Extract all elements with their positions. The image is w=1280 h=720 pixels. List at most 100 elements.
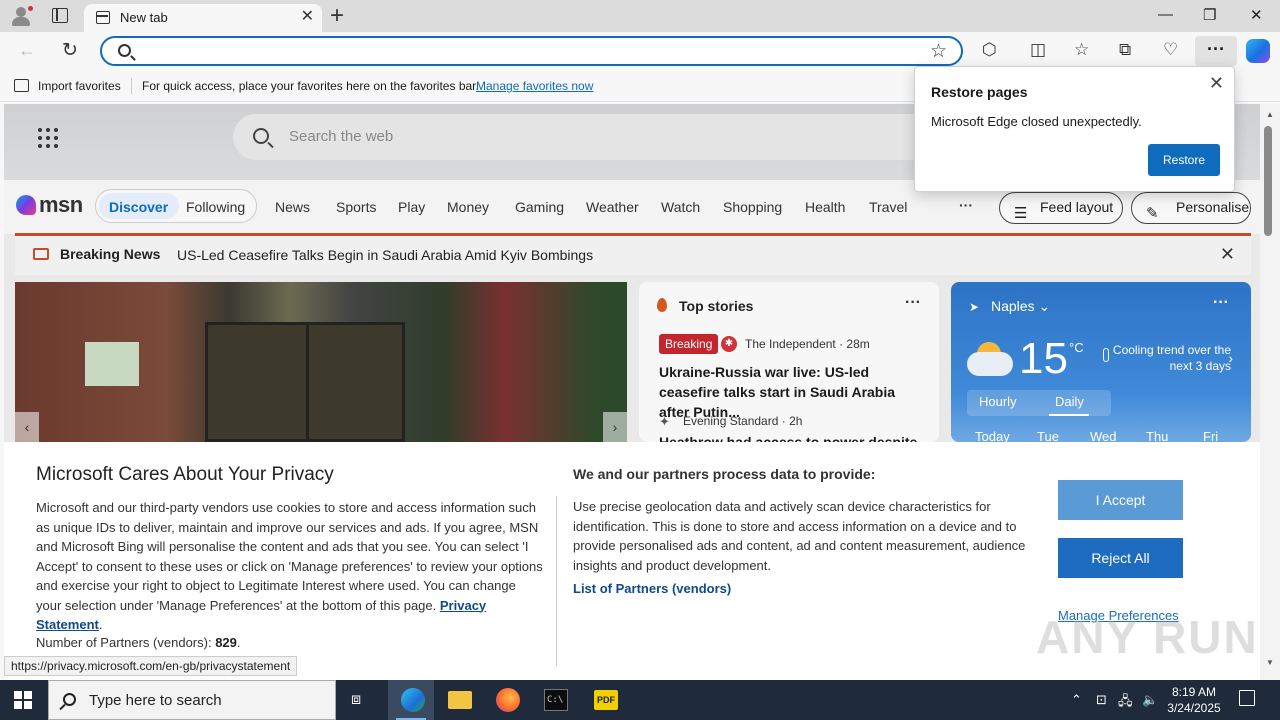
taskbar-firefox[interactable] bbox=[484, 680, 530, 720]
taskbar-edge[interactable] bbox=[388, 680, 434, 720]
chevron-right-icon[interactable]: › bbox=[1228, 350, 1233, 366]
close-window-button[interactable]: ✕ bbox=[1250, 6, 1263, 24]
tab-discover[interactable]: Discover bbox=[109, 199, 168, 215]
source-logo-icon: ✦ bbox=[659, 414, 670, 429]
edge-icon bbox=[401, 688, 425, 712]
browser-essentials-icon[interactable]: ♡ bbox=[1163, 40, 1178, 60]
nav-travel[interactable]: Travel bbox=[869, 199, 907, 215]
network-icon[interactable]: 🖧 bbox=[1118, 692, 1133, 714]
nav-weather[interactable]: Weather bbox=[586, 199, 639, 215]
web-search-input[interactable]: Search the web bbox=[233, 114, 973, 160]
breaking-news-bar[interactable]: Breaking News US-Led Ceasefire Talks Beg… bbox=[15, 233, 1251, 275]
scroll-thumb[interactable] bbox=[1264, 126, 1272, 236]
refresh-button[interactable]: ↻ bbox=[62, 39, 78, 62]
scroll-up-icon[interactable]: ▲ bbox=[1266, 110, 1274, 119]
manage-favorites-link[interactable]: Manage favorites now bbox=[476, 79, 593, 93]
feed-layout-button[interactable]: ☰ Feed layout bbox=[999, 192, 1123, 224]
scroll-down-icon[interactable]: ▼ bbox=[1266, 658, 1274, 667]
nav-watch[interactable]: Watch bbox=[661, 199, 700, 215]
clock-time: 8:19 AM bbox=[1171, 685, 1217, 699]
minimize-button[interactable]: — bbox=[1158, 6, 1173, 23]
story-headline[interactable]: Ukraine-Russia war live: US-led ceasefir… bbox=[659, 362, 929, 422]
nav-news[interactable]: News bbox=[275, 199, 310, 215]
collections-icon[interactable]: ⧉ bbox=[1119, 40, 1131, 60]
partners-count: Number of Partners (vendors): 829. bbox=[36, 635, 241, 650]
restore-pages-popup: Restore pages ✕ Microsoft Edge closed un… bbox=[914, 66, 1235, 192]
hero-story-image[interactable]: ‹ › bbox=[15, 282, 627, 442]
carousel-prev-button[interactable]: ‹ bbox=[15, 412, 39, 442]
nav-more-button[interactable]: ··· bbox=[959, 197, 973, 213]
msn-logo[interactable]: msn bbox=[16, 192, 83, 218]
task-view-icon[interactable]: ⧈ bbox=[351, 691, 361, 709]
split-screen-icon[interactable]: ◫ bbox=[1030, 40, 1046, 60]
back-button[interactable]: ← bbox=[18, 40, 36, 61]
nav-sports[interactable]: Sports bbox=[336, 199, 376, 215]
weather-card[interactable]: ➤ Naples ⌄ ··· 15 °C Cooling trend over … bbox=[951, 282, 1251, 442]
carousel-next-button[interactable]: › bbox=[603, 412, 627, 442]
tab-close-button[interactable]: ✕ bbox=[301, 8, 314, 26]
tab-following[interactable]: Following bbox=[186, 199, 245, 215]
feed-layout-label: Feed layout bbox=[1040, 199, 1114, 215]
restore-button[interactable]: Restore bbox=[1148, 144, 1220, 176]
import-favorites-icon bbox=[14, 79, 29, 92]
divider bbox=[131, 78, 132, 94]
anyrun-watermark: ANY RUN bbox=[1036, 611, 1259, 663]
new-tab-button[interactable]: + bbox=[330, 3, 344, 29]
taskbar-clock[interactable]: 8:19 AM 3/24/2025 bbox=[1164, 684, 1224, 716]
restore-popup-title: Restore pages bbox=[931, 84, 1028, 100]
chevron-up-icon[interactable]: ⌃ bbox=[1071, 692, 1082, 708]
windows-start-icon[interactable] bbox=[14, 691, 32, 709]
accept-button[interactable]: I Accept bbox=[1058, 480, 1183, 520]
copilot-icon[interactable] bbox=[1246, 39, 1270, 63]
top-stories-card: Top stories ··· Breaking ✱ The Independe… bbox=[639, 282, 939, 450]
nav-shopping[interactable]: Shopping bbox=[723, 199, 782, 215]
forecast-day: Thu bbox=[1146, 429, 1169, 442]
msn-logo-text: msn bbox=[39, 192, 83, 217]
weather-location[interactable]: Naples ⌄ bbox=[991, 298, 1050, 315]
meet-now-icon[interactable]: ⊡ bbox=[1096, 692, 1107, 708]
divider bbox=[556, 496, 557, 666]
volume-icon[interactable]: 🔈 bbox=[1142, 692, 1158, 708]
reject-all-button[interactable]: Reject All bbox=[1058, 538, 1183, 578]
profile-icon[interactable] bbox=[8, 4, 34, 28]
nav-gaming[interactable]: Gaming bbox=[515, 199, 564, 215]
terminal-icon: C:\ bbox=[544, 689, 568, 711]
nav-play[interactable]: Play bbox=[398, 199, 425, 215]
extensions-icon[interactable]: ⬡ bbox=[982, 40, 997, 60]
personalise-button[interactable]: ✎ Personalise bbox=[1131, 192, 1251, 224]
settings-more-button[interactable]: ··· bbox=[1195, 36, 1237, 66]
taskbar-cmd[interactable]: C:\ bbox=[532, 680, 578, 720]
taskbar-search-input[interactable]: Type here to search bbox=[48, 680, 336, 720]
maximize-button[interactable]: ❐ bbox=[1203, 6, 1216, 24]
search-icon bbox=[253, 128, 269, 144]
nav-money[interactable]: Money bbox=[447, 199, 489, 215]
taskbar-pdf[interactable]: PDF bbox=[582, 680, 628, 720]
notifications-icon[interactable] bbox=[1239, 690, 1255, 706]
list-of-partners-link[interactable]: List of Partners (vendors) bbox=[573, 581, 731, 596]
favorites-icon[interactable]: ☆ bbox=[1074, 40, 1089, 60]
search-icon bbox=[63, 693, 76, 706]
favorite-star-icon[interactable]: ☆ bbox=[930, 40, 947, 63]
import-favorites-button[interactable]: Import favorites bbox=[38, 79, 121, 93]
tab-actions-icon[interactable] bbox=[52, 8, 68, 23]
breaking-news-headline[interactable]: US-Led Ceasefire Talks Begin in Saudi Ar… bbox=[177, 247, 593, 263]
top-stories-more-button[interactable]: ··· bbox=[905, 294, 921, 312]
privacy-body-text: Microsoft and our third-party vendors us… bbox=[36, 500, 543, 613]
taskbar-file-explorer[interactable] bbox=[436, 680, 482, 720]
weather-tab-daily[interactable]: Daily bbox=[1055, 394, 1084, 409]
breaking-news-label: Breaking News bbox=[60, 246, 161, 262]
forecast-day: Wed bbox=[1090, 429, 1117, 442]
page-scrollbar[interactable]: ▲ ▼ bbox=[1260, 104, 1280, 680]
search-icon bbox=[118, 44, 131, 57]
weather-tab-hourly[interactable]: Hourly bbox=[979, 394, 1017, 409]
breaking-news-close-button[interactable]: ✕ bbox=[1220, 244, 1235, 265]
source-logo-icon: ✱ bbox=[721, 336, 737, 352]
address-bar[interactable]: ☆ bbox=[100, 36, 963, 66]
apps-grid-icon[interactable] bbox=[38, 128, 58, 148]
close-icon[interactable]: ✕ bbox=[1209, 73, 1224, 94]
tab-new-tab[interactable]: New tab ✕ bbox=[84, 4, 322, 32]
pdf-icon: PDF bbox=[594, 690, 618, 710]
location-arrow-icon: ➤ bbox=[969, 300, 980, 314]
nav-health[interactable]: Health bbox=[805, 199, 845, 215]
weather-more-button[interactable]: ··· bbox=[1213, 294, 1229, 312]
